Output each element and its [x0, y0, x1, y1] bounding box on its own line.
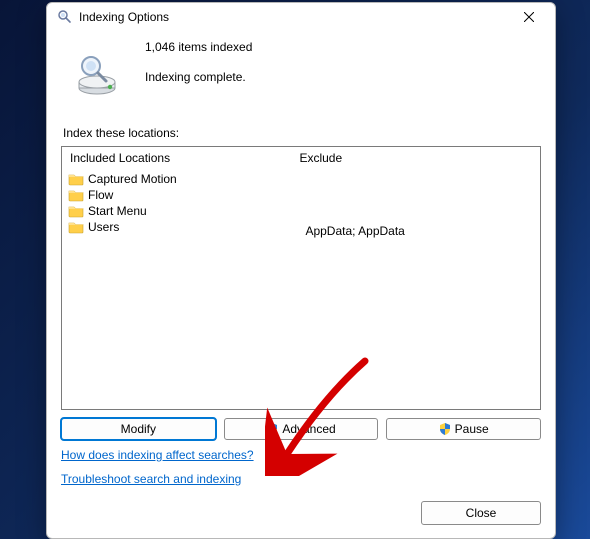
location-name: Start Menu	[88, 204, 147, 218]
indexed-count-text: 1,046 items indexed	[145, 40, 252, 54]
dialog-footer: Close	[47, 496, 555, 538]
indexing-options-window: Indexing Options	[46, 2, 556, 539]
close-button-label: Close	[466, 506, 497, 520]
shield-icon	[439, 423, 451, 435]
folder-icon	[68, 188, 84, 202]
close-icon	[524, 12, 534, 22]
modify-button-label: Modify	[121, 422, 156, 436]
indexing-state-text: Indexing complete.	[145, 70, 252, 84]
titlebar: Indexing Options	[47, 3, 555, 32]
exclude-value	[297, 188, 534, 205]
exclude-value	[297, 205, 534, 222]
close-window-button[interactable]	[507, 3, 551, 31]
locations-list[interactable]: Included Locations Captured Motion Flow St…	[61, 146, 541, 410]
locations-label: Index these locations:	[63, 126, 541, 140]
location-name: Flow	[88, 188, 113, 202]
folder-icon	[68, 204, 84, 218]
location-name: Users	[88, 220, 119, 234]
close-button[interactable]: Close	[421, 501, 541, 525]
shield-icon	[266, 423, 278, 435]
search-options-icon	[57, 9, 73, 25]
location-row[interactable]: Flow	[68, 187, 285, 203]
troubleshoot-link[interactable]: Troubleshoot search and indexing	[61, 472, 241, 486]
status-area: 1,046 items indexed Indexing complete.	[61, 36, 541, 98]
pause-button-label: Pause	[455, 422, 489, 436]
folder-icon	[68, 172, 84, 186]
exclude-value: AppData; AppData	[297, 222, 534, 239]
advanced-button[interactable]: Advanced	[224, 418, 379, 440]
exclude-value	[297, 171, 534, 188]
location-row[interactable]: Captured Motion	[68, 171, 285, 187]
location-name: Captured Motion	[88, 172, 177, 186]
column-header-included: Included Locations	[62, 147, 291, 171]
column-header-exclude: Exclude	[291, 147, 540, 171]
advanced-button-label: Advanced	[282, 422, 335, 436]
location-row[interactable]: Users	[68, 219, 285, 235]
location-row[interactable]: Start Menu	[68, 203, 285, 219]
magnifier-drive-icon	[73, 50, 121, 98]
help-link[interactable]: How does indexing affect searches?	[61, 448, 254, 462]
modify-button[interactable]: Modify	[61, 418, 216, 440]
folder-icon	[68, 220, 84, 234]
window-title: Indexing Options	[79, 10, 169, 24]
pause-button[interactable]: Pause	[386, 418, 541, 440]
